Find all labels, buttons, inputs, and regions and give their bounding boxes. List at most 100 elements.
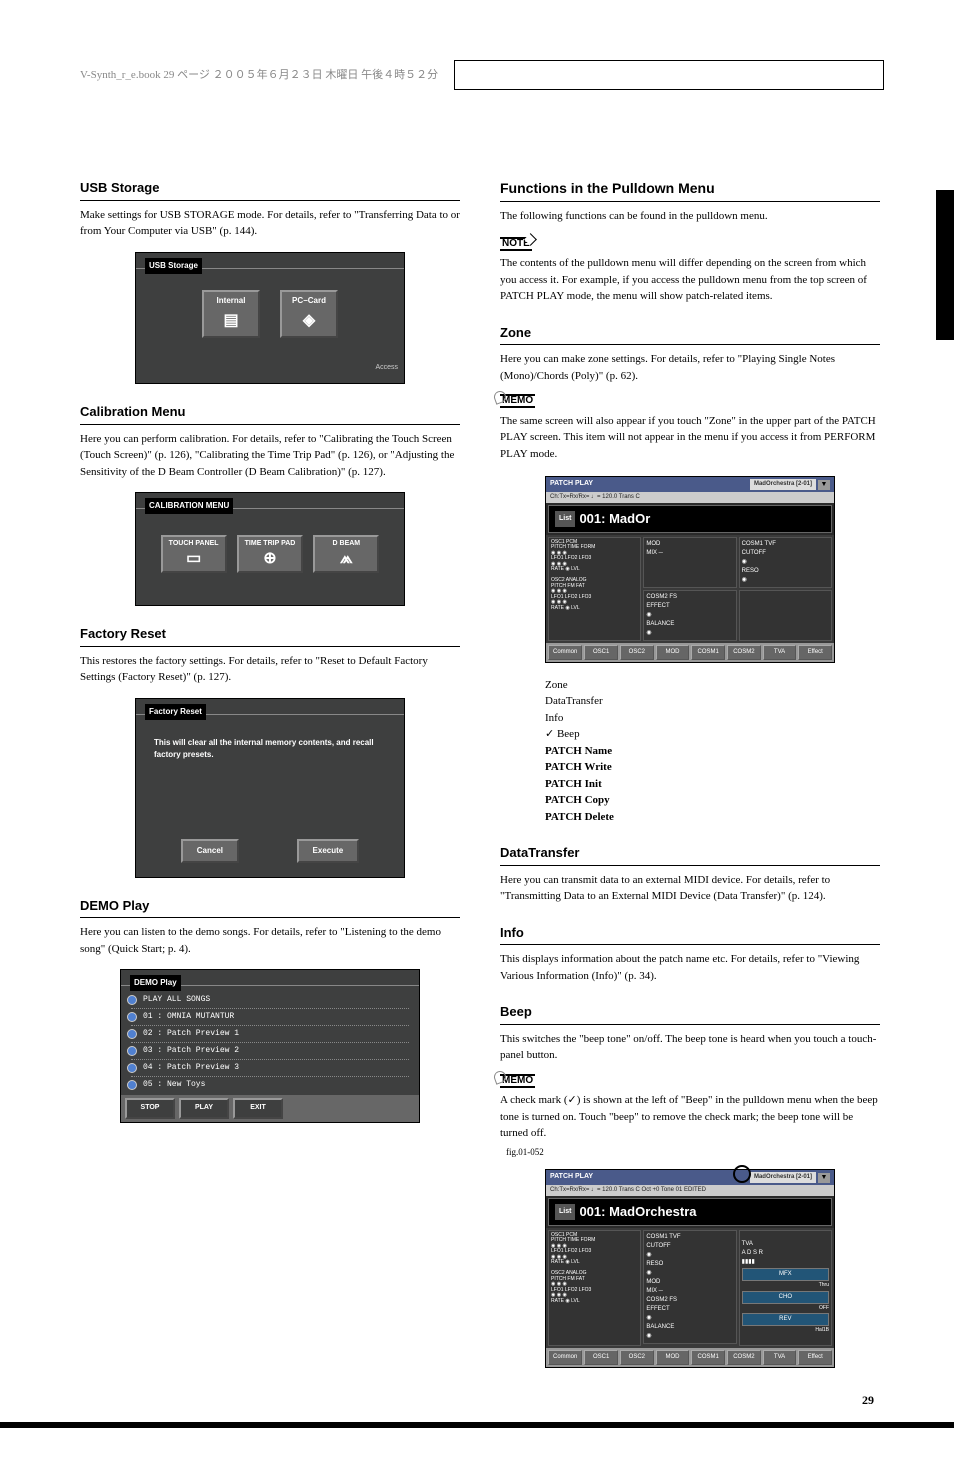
tab-mod[interactable]: MOD xyxy=(656,645,690,660)
tab-cosm2[interactable]: COSM2 xyxy=(727,1350,761,1365)
tab-tva[interactable]: TVA xyxy=(763,645,797,660)
cho-badge: CHO xyxy=(742,1291,829,1304)
rev-val: Hal1B xyxy=(742,1327,829,1335)
cancel-button[interactable]: Cancel xyxy=(181,839,239,863)
demo-row[interactable]: 05 : New Toys xyxy=(131,1077,409,1093)
patch-name: 001: MadOrchestra xyxy=(579,1202,696,1222)
desc-info: This displays information about the patc… xyxy=(500,951,880,984)
heading-usb-storage: USB Storage xyxy=(80,178,460,201)
tab-tva[interactable]: TVA xyxy=(763,1350,797,1365)
note-label: NOTE xyxy=(500,237,532,251)
memo-label: MEMO xyxy=(500,394,535,408)
execute-button[interactable]: Execute xyxy=(297,839,360,863)
screenshot-patch-play-menu: PATCH PLAY MadOrchestra [2-01] ▼ Ch:Tx=R… xyxy=(545,476,835,663)
cosm1-block: COSM1 TVFCUTOFF◉RESO◉ xyxy=(739,537,832,588)
menu-patch-copy[interactable]: PATCH Copy xyxy=(545,792,835,809)
tab-common[interactable]: Common xyxy=(548,645,582,660)
beam-icon: ⩕ xyxy=(321,550,371,568)
play-dot-icon xyxy=(127,1080,137,1090)
demo-label: PLAY ALL SONGS xyxy=(143,994,210,1006)
label-touch-panel: TOUCH PANEL xyxy=(169,540,219,547)
menu-patch-write[interactable]: PATCH Write xyxy=(545,759,835,776)
tab-mod[interactable]: MOD xyxy=(656,1350,690,1365)
demo-row[interactable]: PLAY ALL SONGS xyxy=(131,992,409,1009)
synth-subbar: Ch:Tx=Rx/Rx= ♩= 120.0 Trans C xyxy=(546,492,834,503)
menu-triangle-icon[interactable]: ▼ xyxy=(818,480,830,490)
play-dot-icon xyxy=(127,1046,137,1056)
label-internal: Internal xyxy=(217,296,246,305)
btn-time-trip-pad[interactable]: TIME TRIP PAD ⊕ xyxy=(237,535,304,572)
exit-button[interactable]: EXIT xyxy=(233,1098,283,1119)
demo-label: 05 : New Toys xyxy=(143,1079,205,1091)
btn-pc-card[interactable]: PC−Card ◈ xyxy=(280,290,338,338)
pad-icon: ⊕ xyxy=(245,550,296,568)
synth-title: PATCH PLAY xyxy=(550,1172,593,1183)
card-icon: ◈ xyxy=(288,309,330,333)
menu-datatransfer[interactable]: DataTransfer xyxy=(545,693,835,710)
play-button[interactable]: PLAY xyxy=(179,1098,229,1119)
list-button[interactable]: List xyxy=(555,511,575,528)
memo-label: MEMO xyxy=(500,1074,535,1088)
demo-label: 03 : Patch Preview 2 xyxy=(143,1045,239,1057)
synth-title: PATCH PLAY xyxy=(550,479,593,490)
screenshot-patch-play2: PATCH PLAY MadOrchestra [2-01] ▼ Ch:Tx=R… xyxy=(545,1169,835,1368)
menu-patch-name[interactable]: PATCH Name xyxy=(545,743,835,760)
menu-zone[interactable]: Zone xyxy=(545,677,835,694)
play-dot-icon xyxy=(127,1029,137,1039)
page-number: 29 xyxy=(862,1393,874,1408)
tab-common[interactable]: Common xyxy=(548,1350,582,1365)
mfx-badge: MFX xyxy=(742,1268,829,1281)
desc-demo-play: Here you can listen to the demo songs. F… xyxy=(80,924,460,957)
heading-calibration: Calibration Menu xyxy=(80,402,460,425)
screenshot-usb-storage: USB Storage Internal ▤ PC−Card ◈ Access xyxy=(135,252,405,385)
demo-row[interactable]: 02 : Patch Preview 1 xyxy=(131,1026,409,1043)
tva-label: TVAA D S R▮▮▮▮ xyxy=(742,1240,829,1267)
tab-cosm2[interactable]: COSM2 xyxy=(727,645,761,660)
list-button[interactable]: List xyxy=(555,1204,575,1221)
menu-beep[interactable]: ✓ Beep xyxy=(545,726,835,743)
heading-info: Info xyxy=(500,923,880,946)
panel-icon: ▭ xyxy=(169,550,219,568)
rev-badge: REV xyxy=(742,1313,829,1326)
heading-factory-reset: Factory Reset xyxy=(80,624,460,647)
desc-factory-reset: This restores the factory settings. For … xyxy=(80,653,460,686)
btn-internal[interactable]: Internal ▤ xyxy=(202,290,260,338)
tab-cosm1[interactable]: COSM1 xyxy=(691,1350,725,1365)
running-header: V-Synth_r_e.book 29 ページ ２００５年６月２３日 木曜日 午… xyxy=(80,66,438,82)
label-pc-card: PC−Card xyxy=(292,296,326,305)
stop-button[interactable]: STOP xyxy=(125,1098,175,1119)
tab-effect[interactable]: Effect xyxy=(798,1350,832,1365)
desc-usb-storage: Make settings for USB STORAGE mode. For … xyxy=(80,207,460,240)
heading-pulldown-fns: Functions in the Pulldown Menu xyxy=(500,178,880,202)
cosm-mod-block: COSM1 TVFCUTOFF◉RESO◉MODMIX ─COSM2 FSEFF… xyxy=(643,1230,736,1344)
btn-touch-panel[interactable]: TOUCH PANEL ▭ xyxy=(161,535,227,572)
demo-row[interactable]: 04 : Patch Preview 3 xyxy=(131,1060,409,1077)
btn-d-beam[interactable]: D BEAM ⩕ xyxy=(313,535,379,572)
menu-patch-init[interactable]: PATCH Init xyxy=(545,776,835,793)
screenshot-factory-reset: Factory Reset This will clear all the in… xyxy=(135,698,405,878)
menu-triangle-icon[interactable]: ▼ xyxy=(818,1173,830,1183)
desc-beep: This switches the "beep tone" on/off. Th… xyxy=(500,1031,880,1064)
memo-text: The same screen will also appear if you … xyxy=(500,413,880,463)
tab-osc1[interactable]: OSC1 xyxy=(584,1350,618,1365)
mod-block: MODMIX ─ xyxy=(643,537,736,588)
tab-effect[interactable]: Effect xyxy=(798,645,832,660)
label-d-beam: D BEAM xyxy=(333,540,361,547)
menu-patch-delete[interactable]: PATCH Delete xyxy=(545,809,835,826)
cho-val: OFF xyxy=(742,1305,829,1313)
label-time-trip: TIME TRIP PAD xyxy=(245,540,296,547)
heading-zone: Zone xyxy=(500,323,880,346)
tab-osc2[interactable]: OSC2 xyxy=(620,1350,654,1365)
tab-cosm1[interactable]: COSM1 xyxy=(691,645,725,660)
tab-osc1[interactable]: OSC1 xyxy=(584,645,618,660)
callout-circle xyxy=(733,1165,751,1183)
desc-calibration: Here you can perform calibration. For de… xyxy=(80,431,460,481)
shot-title: DEMO Play xyxy=(130,975,181,991)
play-dot-icon xyxy=(127,1063,137,1073)
tab-osc2[interactable]: OSC2 xyxy=(620,645,654,660)
menu-info[interactable]: Info xyxy=(545,710,835,727)
heading-demo-play: DEMO Play xyxy=(80,896,460,919)
synth-patch-label: MadOrchestra [2-01] xyxy=(750,479,816,490)
demo-row[interactable]: 03 : Patch Preview 2 xyxy=(131,1043,409,1060)
demo-row[interactable]: 01 : OMNIA MUTANTUR xyxy=(131,1009,409,1026)
